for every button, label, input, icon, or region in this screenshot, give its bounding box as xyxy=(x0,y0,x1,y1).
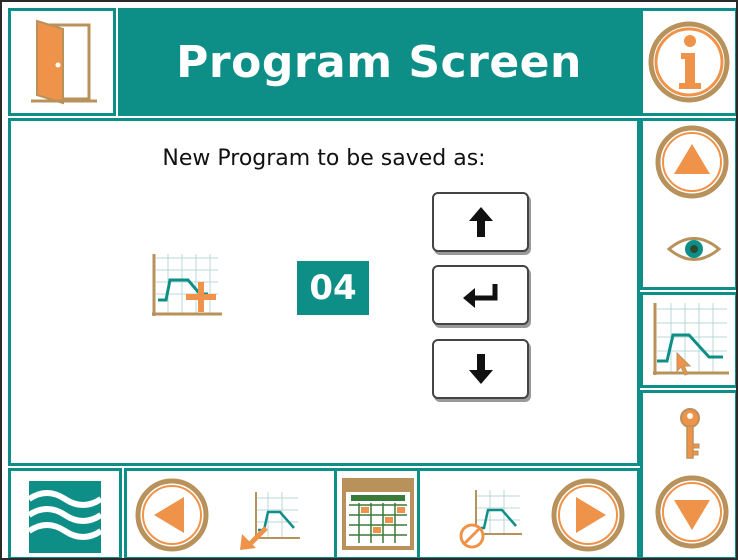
door-exit-icon xyxy=(31,19,97,105)
down-button[interactable] xyxy=(432,339,529,399)
save-prompt: New Program to be saved as: xyxy=(162,146,486,171)
page-title: Program Screen xyxy=(118,8,640,116)
info-button[interactable] xyxy=(640,8,738,116)
up-button[interactable] xyxy=(432,192,529,252)
logo-cell xyxy=(8,468,122,560)
delete-program-icon[interactable] xyxy=(456,488,526,552)
new-program-graph-icon xyxy=(152,254,222,316)
calendar-icon xyxy=(342,478,414,550)
scroll-up-icon[interactable] xyxy=(654,124,730,200)
exit-button[interactable] xyxy=(8,8,116,116)
key-icon[interactable] xyxy=(676,406,704,462)
arrow-down-icon xyxy=(468,354,493,384)
eye-icon[interactable] xyxy=(665,232,723,266)
next-icon[interactable] xyxy=(550,477,626,553)
arrow-up-icon xyxy=(468,207,493,237)
import-program-icon[interactable] xyxy=(238,490,304,552)
info-icon xyxy=(648,21,730,103)
scroll-down-icon[interactable] xyxy=(654,474,730,550)
program-number[interactable]: 04 xyxy=(297,261,369,315)
enter-button[interactable] xyxy=(432,265,529,325)
graph-button[interactable] xyxy=(640,292,738,388)
enter-icon xyxy=(462,284,497,308)
wave-logo-icon xyxy=(27,481,103,553)
program-graph-icon xyxy=(653,303,729,376)
prev-icon[interactable] xyxy=(134,477,210,553)
calendar-button[interactable] xyxy=(334,471,420,557)
